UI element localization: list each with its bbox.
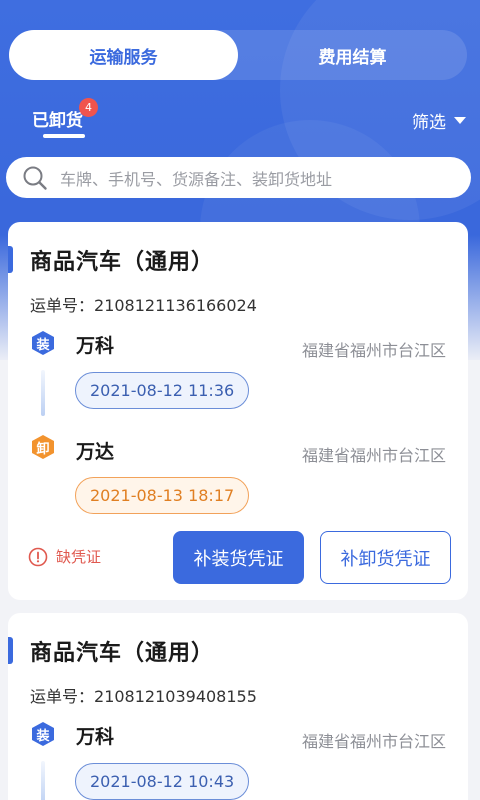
segmented-control: 运输服务 费用结算: [9, 30, 467, 80]
search-bar[interactable]: 车牌、手机号、货源备注、装卸货地址: [6, 157, 471, 198]
filter-button[interactable]: 筛选: [412, 108, 466, 133]
waybill-label: 运单号：: [30, 687, 95, 706]
load-time: 2021-08-12 11:36: [75, 372, 250, 409]
missing-proof-warning: 缺凭证: [28, 546, 101, 567]
add-load-proof-button[interactable]: 补装货凭证: [173, 531, 304, 584]
cargo-title: 商品汽车（通用）: [30, 250, 215, 275]
unload-time: 2021-08-13 18:17: [75, 477, 250, 514]
count-badge: 4: [79, 98, 98, 117]
waybill-value: 2108121039408155: [94, 687, 257, 706]
waybill-number: 运单号：2108121039408155: [30, 683, 257, 707]
caret-down-icon: [454, 117, 466, 124]
load-location-name: 万科: [76, 335, 115, 357]
tab-unloaded[interactable]: 已卸货: [32, 106, 83, 131]
filter-label: 筛选: [412, 113, 446, 133]
load-icon-text: 装: [36, 337, 50, 353]
route-line: [41, 370, 45, 416]
card-accent-bar: [8, 246, 13, 273]
load-hexagon-icon: 装: [30, 330, 56, 356]
tab-fee-settlement[interactable]: 费用结算: [238, 30, 467, 80]
load-address: 福建省福州市台江区: [301, 732, 446, 751]
add-unload-proof-button[interactable]: 补卸货凭证: [320, 531, 451, 584]
load-icon-text: 装: [36, 728, 50, 744]
load-hexagon-icon: 装: [30, 721, 56, 747]
load-time: 2021-08-12 10:43: [75, 763, 250, 800]
unload-icon-text: 卸: [36, 441, 50, 457]
order-card[interactable]: 商品汽车（通用） 运单号：2108121136166024 装 万科 福建省福州…: [8, 222, 468, 600]
search-input[interactable]: 车牌、手机号、货源备注、装卸货地址: [60, 166, 332, 190]
order-card[interactable]: 商品汽车（通用） 运单号：2108121039408155 装 万科 福建省福州…: [8, 613, 468, 800]
tab-indicator: [43, 134, 85, 138]
warning-text: 缺凭证: [56, 548, 102, 566]
waybill-number: 运单号：2108121136166024: [30, 292, 257, 316]
tab-transport-service[interactable]: 运输服务: [9, 30, 238, 80]
search-icon: [22, 165, 48, 191]
load-location-name: 万科: [76, 726, 115, 748]
card-accent-bar: [8, 637, 13, 664]
route-line: [41, 761, 45, 800]
load-address: 福建省福州市台江区: [301, 341, 446, 360]
alert-circle-icon: [28, 547, 48, 566]
waybill-value: 2108121136166024: [94, 296, 257, 315]
unload-hexagon-icon: 卸: [30, 434, 56, 460]
unload-address: 福建省福州市台江区: [301, 446, 446, 465]
unload-location-name: 万达: [76, 441, 115, 463]
cargo-title: 商品汽车（通用）: [30, 641, 215, 666]
waybill-label: 运单号：: [30, 296, 95, 315]
